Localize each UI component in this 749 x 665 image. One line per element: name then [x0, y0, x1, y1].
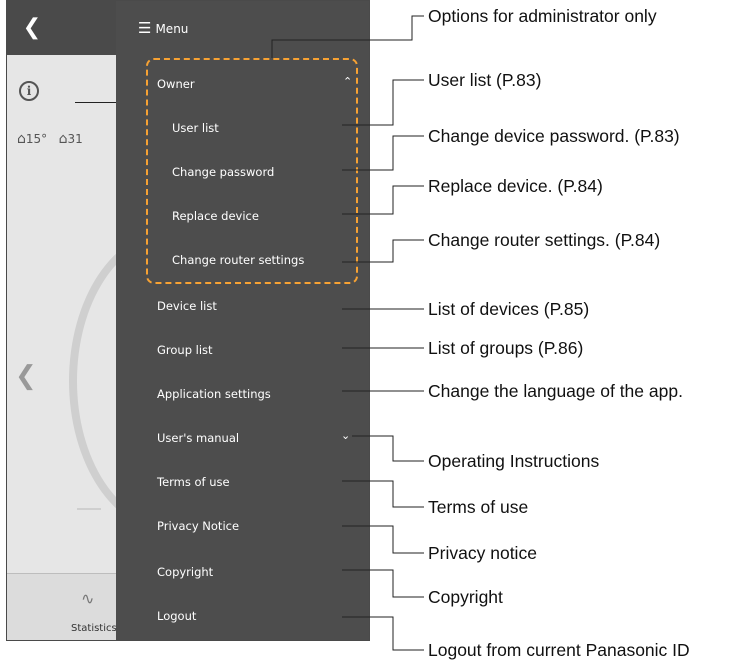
callout-app-settings: Change the language of the app. — [428, 381, 683, 401]
callout-terms: Terms of use — [428, 497, 529, 517]
callout-lines — [271, 15, 424, 651]
callout-user-list: User list (P.83) — [428, 70, 542, 90]
callout-copyright: Copyright — [428, 587, 503, 607]
callout-router-settings: Change router settings. (P.84) — [428, 230, 661, 250]
callout-logout: Logout from current Panasonic ID — [428, 640, 690, 660]
callout-privacy: Privacy notice — [428, 543, 537, 563]
callout-replace-device: Replace device. (P.84) — [428, 176, 603, 196]
callout-manual: Operating Instructions — [428, 451, 600, 471]
callout-change-password: Change device password. (P.83) — [428, 126, 680, 146]
callout-device-list: List of devices (P.85) — [428, 299, 590, 319]
callout-admin: Options for administrator only — [428, 6, 657, 26]
callout-group-list: List of groups (P.86) — [428, 338, 584, 358]
